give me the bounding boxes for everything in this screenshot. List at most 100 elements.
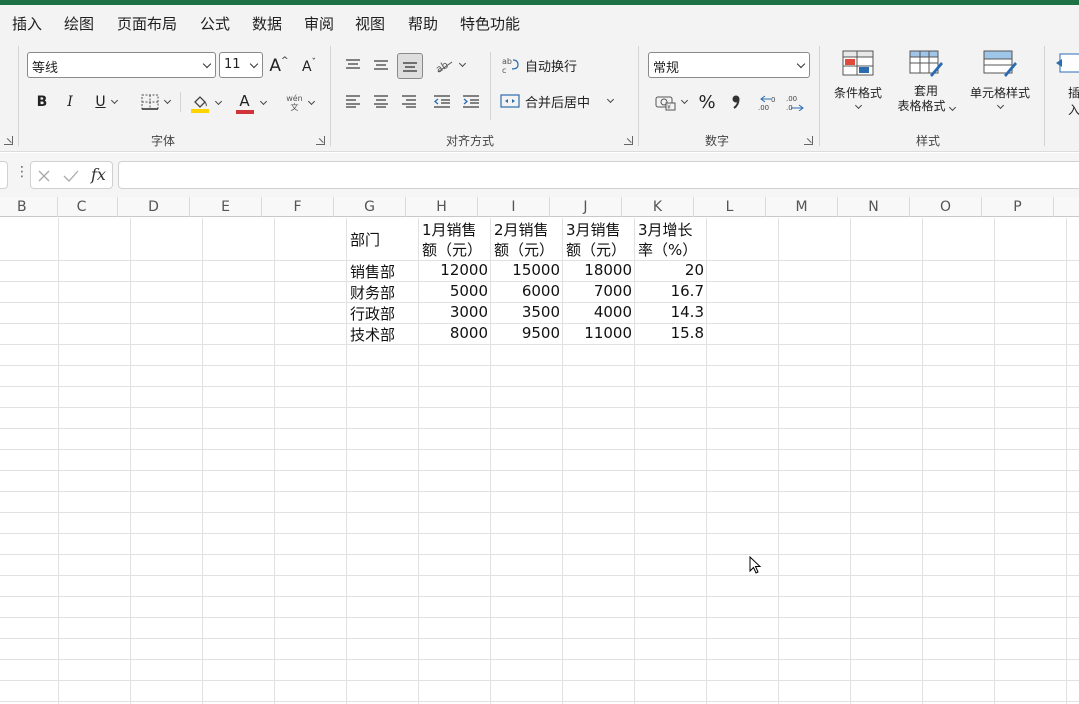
italic-button[interactable]: I xyxy=(60,90,80,114)
column-header-k[interactable]: K xyxy=(622,197,694,217)
column-header-j[interactable]: J xyxy=(550,197,622,217)
underline-button[interactable]: U xyxy=(88,90,124,114)
decrease-decimal-button[interactable]: .00.0 xyxy=(784,90,808,114)
value-cell[interactable]: 3000 xyxy=(418,303,488,321)
menu-help[interactable]: 帮助 xyxy=(408,13,438,34)
menu-page-layout[interactable]: 页面布局 xyxy=(117,13,177,34)
orientation-button[interactable]: ab xyxy=(430,54,468,76)
font-name-select[interactable]: 等线 xyxy=(27,52,216,78)
bold-button[interactable]: B xyxy=(32,90,52,114)
value-cell[interactable]: 8000 xyxy=(418,324,488,342)
value-cell[interactable]: 18000 xyxy=(562,261,632,279)
table-header-cell[interactable]: 1月销售 额（元） xyxy=(422,220,482,260)
cell-styles-button[interactable]: 单元格样式 xyxy=(962,48,1038,128)
insert-function-icon[interactable]: fx xyxy=(91,165,106,184)
department-cell[interactable]: 财务部 xyxy=(350,282,395,303)
value-cell[interactable]: 7000 xyxy=(562,282,632,300)
cancel-icon[interactable] xyxy=(37,169,51,183)
align-top-button[interactable] xyxy=(342,54,364,76)
wrap-text-button[interactable]: ab c 自动换行 xyxy=(500,53,582,77)
department-cell[interactable]: 技术部 xyxy=(350,324,395,345)
increase-font-size-button[interactable]: A ^ xyxy=(268,54,290,78)
menu-special-features[interactable]: 特色功能 xyxy=(460,13,520,34)
font-dialog-launcher[interactable] xyxy=(316,136,325,145)
alignment-dialog-launcher[interactable] xyxy=(624,136,633,145)
increase-indent-button[interactable] xyxy=(460,90,482,112)
column-header-h[interactable]: H xyxy=(406,197,478,217)
font-color-swatch xyxy=(235,110,254,114)
column-header-l[interactable]: L xyxy=(694,197,766,217)
value-cell[interactable]: 11000 xyxy=(562,324,632,342)
table-header-cell[interactable]: 部门 xyxy=(350,230,380,250)
font-color-icon: A xyxy=(235,92,255,114)
phonetic-guide-button[interactable]: wén 文 xyxy=(280,90,320,116)
value-cell[interactable]: 12000 xyxy=(418,261,488,279)
value-cell[interactable]: 4000 xyxy=(562,303,632,321)
clipboard-dialog-launcher[interactable] xyxy=(4,136,13,145)
value-cell[interactable]: 5000 xyxy=(418,282,488,300)
value-cell[interactable]: 16.7 xyxy=(634,282,704,300)
column-header-g[interactable]: G xyxy=(334,197,406,217)
column-header-p[interactable]: P xyxy=(982,197,1054,217)
align-left-icon xyxy=(346,95,360,108)
menu-view[interactable]: 视图 xyxy=(355,13,385,34)
enter-check-icon[interactable] xyxy=(63,169,79,183)
decrease-font-size-button[interactable]: Aˇ xyxy=(298,56,320,78)
percent-style-button[interactable]: % xyxy=(696,90,718,114)
column-header-c[interactable]: C xyxy=(46,197,118,217)
align-right-button[interactable] xyxy=(398,90,420,112)
comma-style-button[interactable] xyxy=(726,90,746,114)
align-bottom-button[interactable] xyxy=(397,53,423,79)
align-left-button[interactable] xyxy=(342,90,364,112)
department-cell[interactable]: 行政部 xyxy=(350,303,395,324)
accounting-format-button[interactable]: ¥ xyxy=(649,90,691,114)
column-header-row: BCDEFGHIJKLMNOP xyxy=(0,197,1079,217)
table-header-cell[interactable]: 3月销售 额（元） xyxy=(566,220,626,260)
font-color-button[interactable]: A xyxy=(230,90,270,116)
menu-review[interactable]: 审阅 xyxy=(304,13,334,34)
column-header-n[interactable]: N xyxy=(838,197,910,217)
menu-formulas[interactable]: 公式 xyxy=(200,13,230,34)
name-box[interactable] xyxy=(0,161,8,189)
decrease-indent-button[interactable] xyxy=(431,90,453,112)
font-size-select[interactable]: 11 xyxy=(219,52,263,78)
table-header-cell[interactable]: 3月增长 率（%） xyxy=(638,220,697,260)
formula-input[interactable] xyxy=(118,161,1079,189)
grid-column-line xyxy=(346,218,347,704)
insert-cells-button[interactable]: 插入 xyxy=(1054,48,1079,128)
department-cell[interactable]: 销售部 xyxy=(350,261,395,282)
value-cell[interactable]: 15000 xyxy=(490,261,560,279)
value-cell[interactable]: 9500 xyxy=(490,324,560,342)
value-cell[interactable]: 15.8 xyxy=(634,324,704,342)
merge-center-label: 合并后居中 xyxy=(525,95,591,111)
column-header-o[interactable]: O xyxy=(910,197,982,217)
chevron-down-icon xyxy=(259,97,267,106)
worksheet-grid[interactable]: 部门 1月销售 额（元） 2月销售 额（元） 3月销售 额（元） 3月增长 率（%） 销售部 120… xyxy=(0,218,1079,704)
column-header-f[interactable]: F xyxy=(262,197,334,217)
value-cell[interactable]: 14.3 xyxy=(634,303,704,321)
number-dialog-launcher[interactable] xyxy=(804,136,813,145)
column-header-m[interactable]: M xyxy=(766,197,838,217)
column-header-d[interactable]: D xyxy=(118,197,190,217)
borders-button[interactable] xyxy=(136,90,174,114)
align-center-button[interactable] xyxy=(370,90,392,112)
menu-insert[interactable]: 插入 xyxy=(12,13,42,34)
number-format-select[interactable]: 常规 xyxy=(648,52,810,78)
value-cell[interactable]: 6000 xyxy=(490,282,560,300)
column-header-i[interactable]: I xyxy=(478,197,550,217)
more-options-icon[interactable]: ⋮ xyxy=(15,164,29,180)
merge-center-button[interactable]: 合并后居中 xyxy=(500,89,624,113)
format-as-table-button[interactable]: 套用 表格格式 xyxy=(892,48,960,128)
value-cell[interactable]: 20 xyxy=(634,261,704,279)
fill-color-button[interactable] xyxy=(186,90,224,116)
grid-row-line xyxy=(0,554,1079,555)
group-separator xyxy=(819,46,820,146)
column-header-e[interactable]: E xyxy=(190,197,262,217)
table-header-cell[interactable]: 2月销售 额（元） xyxy=(494,220,554,260)
menu-draw[interactable]: 绘图 xyxy=(64,13,94,34)
align-middle-button[interactable] xyxy=(370,54,392,76)
increase-decimal-button[interactable]: .00 0 xyxy=(756,90,780,114)
conditional-formatting-button[interactable]: 条件格式 xyxy=(826,48,890,128)
value-cell[interactable]: 3500 xyxy=(490,303,560,321)
menu-data[interactable]: 数据 xyxy=(252,13,282,34)
